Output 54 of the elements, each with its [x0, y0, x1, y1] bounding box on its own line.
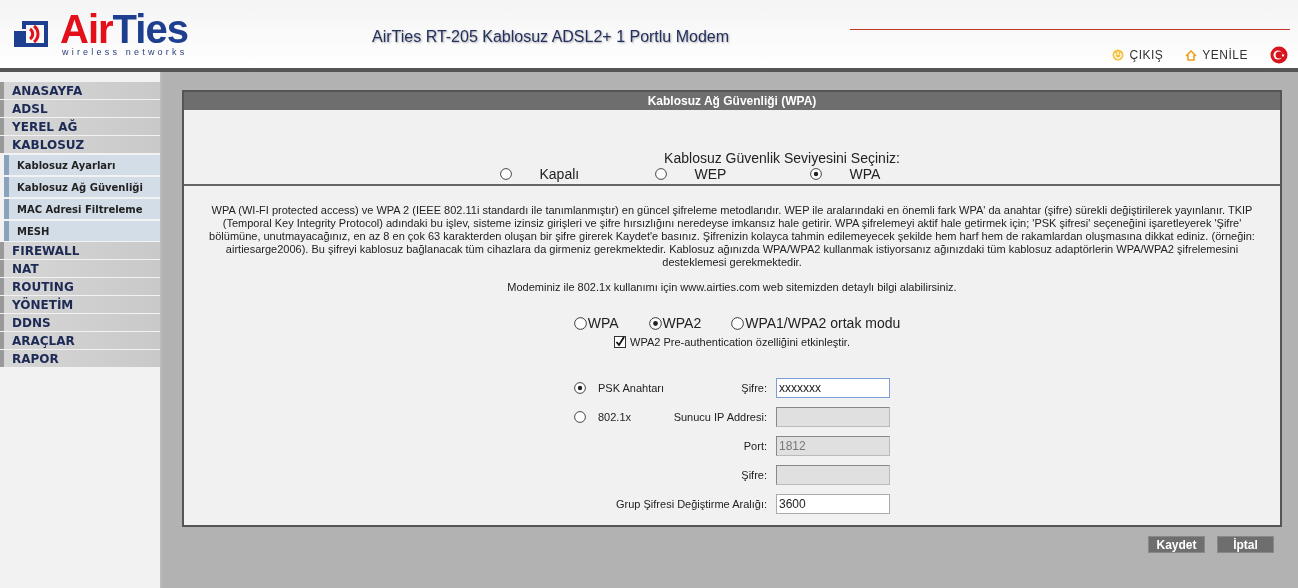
- option-label: WPA: [849, 166, 881, 182]
- radio-button[interactable]: [654, 168, 667, 180]
- description-text: WPA (WI-FI protected access) ve WPA 2 (IEEE 802.11i standardı ile tanımlanmıştır) en güncel şifreleme metodlarıdır. WEP ile aralarındaki en önemli fark WPA' da anahtar (şifre) sürekli değiştirilerek yayınlanır. TKIP (Temporal Key Integrity Protocol) adındaki bu işlev, sisteme izinsiz girişleri ve şifre hırsızlığını neredeyse imkansız hale getirir. WPA şifrelemeyi aktif hale getirmek için; 'PSK şifresi' seçeneğini işaretleyerek 'Şifre' bölümüne, unutmayacağınız, en az 8 en çok 63 karakterden oluşan bir şifre girerek Kaydet'e basınız. Şifrenizin kolayca tahmin edilemeyecek şekilde hem harf hem de rakamlardan oluşmasına dikkat ediniz. (örneğin: airtiesarge2006). Bu şifreyi kablosuz bağlanacak tüm cihazlara da girmeniz gerekmektedir. Kablosuz ağınızda WPA/WPA2 kullanmak istiyorsanız ağınızdaki tüm kablosuz adaptörlerin WPA/WPA2 şifrelemesini desteklemesi gerekmektedir.: [208, 203, 1256, 269]
- auth-method-label: PSK Anahtarı: [597, 382, 665, 394]
- save-button[interactable]: Kaydet: [1148, 536, 1205, 553]
- checkbox-label: WPA2 Pre-authentication özelliğini etkinleştir.: [630, 336, 850, 348]
- home-icon: [1185, 49, 1198, 61]
- input-field[interactable]: 3600: [776, 494, 890, 514]
- option-label: WPA1/WPA2 ortak modu: [745, 315, 901, 331]
- menu-item[interactable]: ARAÇLAR: [0, 332, 160, 349]
- cancel-button[interactable]: İptal: [1217, 536, 1274, 553]
- menu-item[interactable]: FIREWALL: [0, 242, 160, 259]
- radio-button[interactable]: [573, 316, 587, 330]
- power-icon: [1112, 49, 1125, 61]
- submenu-item[interactable]: MAC Adresi Filtreleme: [4, 199, 160, 219]
- radio-button[interactable]: [574, 382, 586, 394]
- logo-tagline: wireless networks: [61, 47, 188, 57]
- menu-item[interactable]: YÖNETİM: [0, 296, 160, 313]
- option-label: Kapalı: [539, 166, 580, 182]
- menu-item[interactable]: KABLOSUZ: [0, 136, 160, 153]
- option-label: WPA2: [662, 315, 702, 331]
- radio-button[interactable]: [648, 316, 662, 330]
- info-text: Modeminiz ile 802.1x kullanımı için www.airties.com web sitemizden detaylı bilgi alabilirsiniz.: [506, 281, 958, 293]
- checkbox[interactable]: [614, 336, 627, 348]
- field-label: Sunucu IP Addresi:: [673, 411, 768, 423]
- submenu-item[interactable]: MESH: [4, 221, 160, 241]
- radio-button[interactable]: [809, 168, 822, 180]
- menu-item[interactable]: DDNS: [0, 314, 160, 331]
- menu-item[interactable]: ANASAYFA: [0, 82, 160, 99]
- menu-item[interactable]: RAPOR: [0, 350, 160, 367]
- radio-button[interactable]: [574, 411, 586, 423]
- field-label: Şifre:: [741, 382, 768, 394]
- panel-title: Kablosuz Ağ Güvenliği (WPA): [184, 92, 1280, 110]
- logout-link[interactable]: ÇIKIŞ: [1112, 48, 1164, 62]
- refresh-link[interactable]: YENİLE: [1185, 48, 1248, 62]
- option-label: WEP: [694, 166, 727, 182]
- submenu-item[interactable]: Kablosuz Ayarları: [4, 155, 160, 175]
- field-label: Port:: [743, 440, 768, 452]
- input-field[interactable]: xxxxxxx: [776, 378, 890, 398]
- radio-button[interactable]: [731, 316, 745, 330]
- field-label: Grup Şifresi Değiştirme Aralığı:: [616, 498, 768, 510]
- field-label: Şifre:: [741, 469, 768, 481]
- security-level-label: Kablosuz Güvenlik Seviyesini Seçiniz:: [664, 150, 900, 166]
- auth-method-label: 802.1x: [597, 411, 632, 423]
- logo-text: AirTies: [60, 11, 188, 47]
- menu-item[interactable]: NAT: [0, 260, 160, 277]
- menu-item[interactable]: ADSL: [0, 100, 160, 117]
- page-title: AirTies RT-205 Kablosuz ADSL2+ 1 Portlu Modem: [372, 27, 731, 47]
- radio-button[interactable]: [499, 168, 512, 180]
- option-label: WPA: [587, 315, 619, 331]
- submenu-item[interactable]: Kablosuz Ağ Güvenliği: [4, 177, 160, 197]
- menu-item[interactable]: YEREL AĞ: [0, 118, 160, 135]
- menu-item[interactable]: ROUTING: [0, 278, 160, 295]
- flag-icon[interactable]: [1270, 46, 1288, 64]
